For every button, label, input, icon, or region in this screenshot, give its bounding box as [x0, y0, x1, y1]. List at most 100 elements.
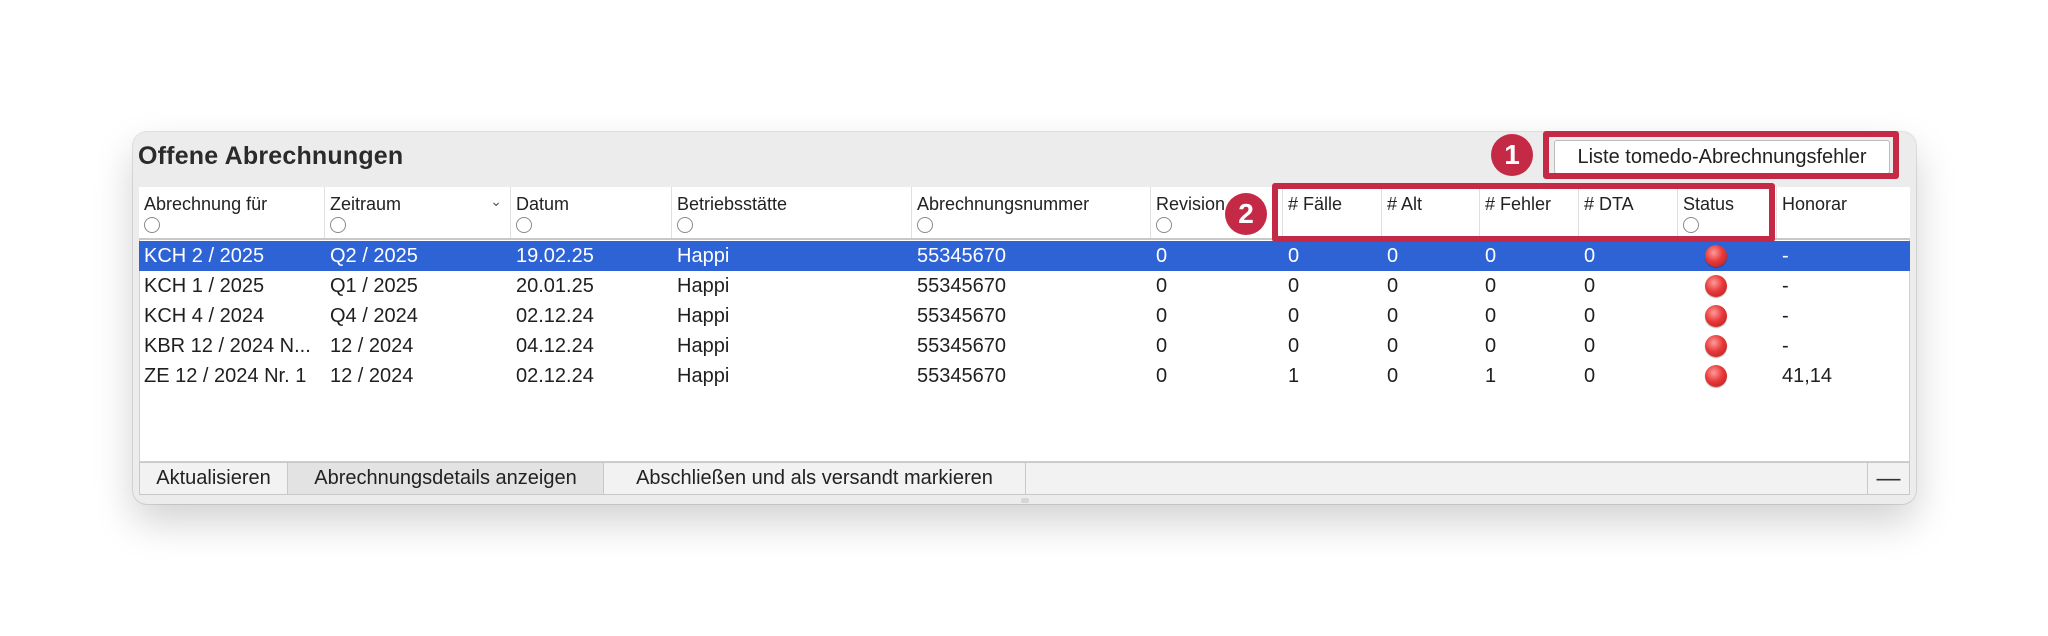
col-header-label: Status	[1683, 194, 1735, 214]
col-header-label: Abrechnung für	[144, 194, 268, 214]
table-body: KCH 2 / 2025 Q2 / 2025 19.02.25 Happi 55…	[139, 241, 1910, 391]
cell-faelle: 0	[1288, 275, 1300, 297]
cell-fehler: 0	[1485, 335, 1497, 357]
cell-zeitraum: Q4 / 2024	[330, 305, 418, 327]
col-header-label: # Fehler	[1485, 194, 1552, 214]
col-header-label: Zeitraum	[330, 194, 402, 214]
col-header-label: Honorar	[1782, 194, 1848, 214]
error-list-button[interactable]: Liste tomedo-Abrechnungsfehler	[1554, 140, 1890, 174]
cell-faelle: 0	[1288, 305, 1300, 327]
col-header-zeitraum[interactable]: Zeitraum ⌄	[325, 187, 511, 238]
cell-honorar: 41,14	[1782, 365, 1833, 387]
cell-revision: 0	[1156, 335, 1168, 357]
table-row[interactable]: KBR 12 / 2024 N... 12 / 2024 04.12.24 Ha…	[139, 331, 1910, 361]
status-red-icon	[1705, 245, 1727, 267]
filter-radio[interactable]	[917, 217, 933, 233]
refresh-button[interactable]: Aktualisieren	[140, 463, 288, 494]
table-row[interactable]: ZE 12 / 2024 Nr. 1 12 / 2024 02.12.24 Ha…	[139, 361, 1910, 391]
cell-honorar: -	[1782, 275, 1789, 297]
cell-revision: 0	[1156, 365, 1168, 387]
cell-alt: 0	[1387, 335, 1399, 357]
cell-honorar: -	[1782, 245, 1789, 267]
cell-honorar: -	[1782, 335, 1789, 357]
cell-abrechnung: KBR 12 / 2024 N...	[144, 335, 311, 357]
col-header-honorar[interactable]: Honorar	[1777, 187, 1910, 238]
col-header-label: # DTA	[1584, 194, 1634, 214]
filter-radio[interactable]	[144, 217, 160, 233]
cell-betriebsstaette: Happi	[677, 335, 730, 357]
cell-revision: 0	[1156, 305, 1168, 327]
cell-abrechnung: ZE 12 / 2024 Nr. 1	[144, 365, 307, 387]
cell-zeitraum: 12 / 2024	[330, 335, 414, 357]
table-row[interactable]: KCH 4 / 2024 Q4 / 2024 02.12.24 Happi 55…	[139, 301, 1910, 331]
col-header-label: Datum	[516, 194, 570, 214]
table-row[interactable]: KCH 2 / 2025 Q2 / 2025 19.02.25 Happi 55…	[139, 241, 1910, 271]
col-header-status[interactable]: Status	[1678, 187, 1777, 238]
cell-faelle: 0	[1288, 335, 1300, 357]
table-header: Abrechnung für Zeitraum ⌄ Datum Betriebs…	[139, 187, 1910, 240]
col-header-label: Revision	[1156, 194, 1226, 214]
cell-dta: 0	[1584, 335, 1596, 357]
cell-betriebsstaette: Happi	[677, 365, 730, 387]
col-header-abrechnung[interactable]: Abrechnung für	[139, 187, 325, 238]
col-header-dta[interactable]: # DTA	[1579, 187, 1678, 238]
cell-faelle: 1	[1288, 365, 1300, 387]
cell-abrechnungsnummer: 55345670	[917, 335, 1006, 357]
col-header-datum[interactable]: Datum	[511, 187, 672, 238]
footer-toolbar: Aktualisieren Abrechnungsdetails anzeige…	[139, 462, 1910, 495]
cell-betriebsstaette: Happi	[677, 275, 730, 297]
sort-chevron-down-icon[interactable]: ⌄	[490, 193, 502, 210]
col-header-betriebsstaette[interactable]: Betriebsstätte	[672, 187, 912, 238]
col-header-label: # Alt	[1387, 194, 1423, 214]
status-red-icon	[1705, 305, 1727, 327]
cell-dta: 0	[1584, 275, 1596, 297]
cell-dta: 0	[1584, 365, 1596, 387]
cell-abrechnungsnummer: 55345670	[917, 305, 1006, 327]
filter-radio[interactable]	[330, 217, 346, 233]
cell-abrechnung: KCH 4 / 2024	[144, 305, 265, 327]
cell-alt: 0	[1387, 275, 1399, 297]
filter-radio[interactable]	[516, 217, 532, 233]
cell-datum: 19.02.25	[516, 245, 594, 267]
cell-fehler: 0	[1485, 245, 1497, 267]
cell-fehler: 0	[1485, 275, 1497, 297]
cell-honorar: -	[1782, 305, 1789, 327]
details-button[interactable]: Abrechnungsdetails anzeigen	[288, 463, 604, 494]
col-header-label: Abrechnungsnummer	[917, 194, 1090, 214]
cell-alt: 0	[1387, 305, 1399, 327]
annotation-badge-2: 2	[1225, 193, 1267, 235]
cell-revision: 0	[1156, 275, 1168, 297]
col-header-abrechnungsnummer[interactable]: Abrechnungsnummer	[912, 187, 1151, 238]
cell-datum: 02.12.24	[516, 365, 594, 387]
annotation-badge-1: 1	[1491, 134, 1533, 176]
status-red-icon	[1705, 365, 1727, 387]
cell-betriebsstaette: Happi	[677, 245, 730, 267]
status-red-icon	[1705, 275, 1727, 297]
cell-zeitraum: Q2 / 2025	[330, 245, 418, 267]
cell-dta: 0	[1584, 305, 1596, 327]
col-header-faelle[interactable]: # Fälle	[1283, 187, 1382, 238]
col-header-label: # Fälle	[1288, 194, 1343, 214]
table-row[interactable]: KCH 1 / 2025 Q1 / 2025 20.01.25 Happi 55…	[139, 271, 1910, 301]
filter-radio[interactable]	[1683, 217, 1699, 233]
panel-title: Offene Abrechnungen	[138, 142, 404, 170]
cell-revision: 0	[1156, 245, 1168, 267]
filter-radio[interactable]	[677, 217, 693, 233]
cell-betriebsstaette: Happi	[677, 305, 730, 327]
cell-zeitraum: Q1 / 2025	[330, 275, 418, 297]
minus-button[interactable]: —	[1867, 463, 1909, 494]
cell-abrechnungsnummer: 55345670	[917, 275, 1006, 297]
status-red-icon	[1705, 335, 1727, 357]
cell-alt: 0	[1387, 245, 1399, 267]
cell-faelle: 0	[1288, 245, 1300, 267]
resize-handle[interactable]	[1021, 498, 1029, 503]
cell-abrechnungsnummer: 55345670	[917, 245, 1006, 267]
close-and-mark-sent-button[interactable]: Abschließen und als versandt markieren	[604, 463, 1026, 494]
filter-radio[interactable]	[1156, 217, 1172, 233]
col-header-label: Betriebsstätte	[677, 194, 788, 214]
col-header-fehler[interactable]: # Fehler	[1480, 187, 1579, 238]
col-header-alt[interactable]: # Alt	[1382, 187, 1480, 238]
cell-abrechnung: KCH 2 / 2025	[144, 245, 265, 267]
cell-datum: 04.12.24	[516, 335, 594, 357]
cell-alt: 0	[1387, 365, 1399, 387]
